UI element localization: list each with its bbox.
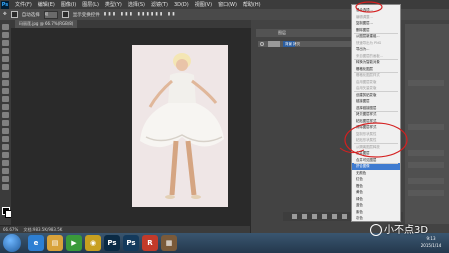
ps-active-icon[interactable]: Ps (123, 235, 139, 251)
taskbar-glyph: Ps (107, 239, 117, 247)
clock-date: 2015/1/14 (420, 243, 442, 248)
media-player-icon[interactable]: ▶ (66, 235, 82, 251)
zoom-level[interactable]: 66.67% (3, 227, 18, 232)
watermark-text: 小不点3D (384, 225, 429, 236)
red-app-icon[interactable]: R (142, 235, 158, 251)
watermark-logo-icon (370, 224, 382, 236)
clock[interactable]: 9:13 2015/1/14 (416, 235, 446, 249)
taskbar-glyph: e (33, 239, 39, 247)
watermark: 小不点3D (370, 221, 448, 236)
taskbar: e ▤ ▶ ◉ Ps Ps R ▦ 9:13 2015/1/14 (0, 233, 449, 253)
document-info: 文档:983.5K/983.5K (23, 227, 63, 232)
taskbar-glyph: ◉ (89, 239, 97, 247)
red-annotation-overlay (339, 1, 408, 158)
taskbar-glyph: ▶ (71, 239, 77, 247)
taskbar-glyph: Ps (126, 239, 136, 247)
taskbar-glyph: ▤ (51, 239, 59, 247)
ie-icon[interactable]: e (28, 235, 44, 251)
taskbar-glyph: ▦ (165, 239, 173, 247)
chrome-icon[interactable]: ◉ (85, 235, 101, 251)
start-button-icon[interactable] (3, 234, 21, 252)
clock-time: 9:13 (426, 236, 436, 241)
taskbar-glyph: R (147, 239, 153, 247)
explorer-icon[interactable]: ▤ (47, 235, 63, 251)
status-bar: 66.67% 文档:983.5K/983.5K (0, 226, 250, 233)
file-icon[interactable]: ▦ (161, 235, 177, 251)
photoshop-icon[interactable]: Ps (104, 235, 120, 251)
